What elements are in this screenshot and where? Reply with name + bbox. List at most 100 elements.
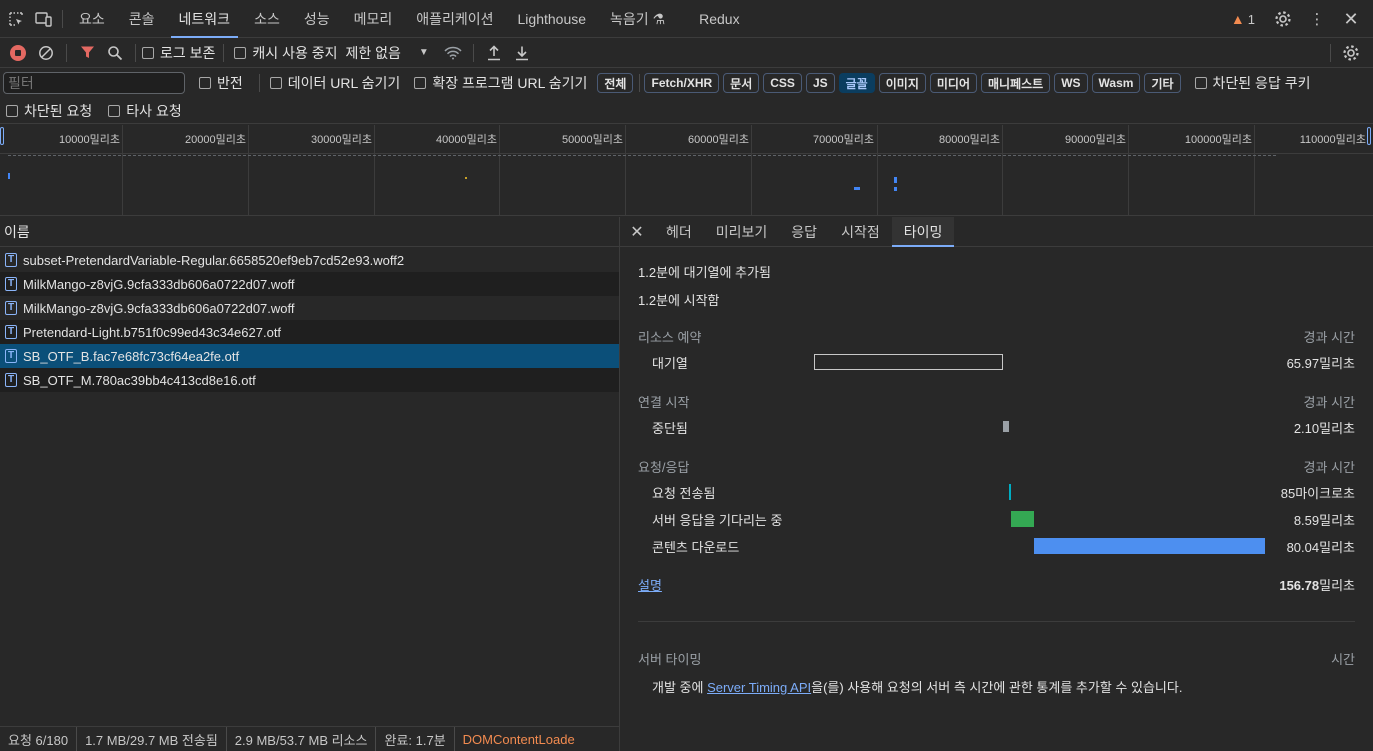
filter-separator [258,74,260,92]
request-list-header[interactable]: 이름 [0,217,619,247]
checkbox-box [108,104,121,117]
device-toolbar-icon[interactable] [30,5,58,33]
filter-input[interactable] [3,72,185,94]
overview-tick-label: 100000밀리초 [1184,134,1252,146]
more-options-icon[interactable]: ⋮ [1303,5,1331,33]
overview-request-mark [465,177,467,179]
overview-tick-label: 70000밀리초 [813,134,874,146]
tab-elements[interactable]: 요소 [67,0,117,38]
timing-label: 대기열 [652,355,688,371]
type-chip-all[interactable]: 전체 [597,73,634,93]
request-row[interactable]: T MilkMango-z8vjG.9cfa333db606a0722d07.wo… [0,272,619,296]
type-chip-font[interactable]: 글꼴 [838,73,875,93]
blocked-cookies-label: 차단된 응답 쿠키 [1212,75,1311,91]
preserve-log-checkbox[interactable]: 로그 보존 [142,43,215,63]
network-overview-timeline[interactable]: 10000밀리초 20000밀리초 30000밀리초 40000밀리초 5000… [0,125,1373,216]
throttling-value: 제한 없음 [345,44,401,61]
explanation-link[interactable]: 설명 [638,575,662,594]
request-detail-pane: ✕ 헤더 미리보기 응답 시작점 타이밍 1.2분에 대기열에 추가됨 1.2분… [620,216,1373,751]
connection-start-section: 연결 시작 경과 시간 [638,392,1355,411]
type-chip-css[interactable]: CSS [763,73,802,93]
overview-request-mark [894,187,897,191]
third-party-checkbox[interactable]: 타사 요청 [108,101,182,121]
tab-redux[interactable]: Redux [687,0,751,38]
font-file-icon: T [5,301,17,315]
settings-gear-icon[interactable] [1269,5,1297,33]
search-icon[interactable] [101,39,129,67]
type-chip-img[interactable]: 이미지 [878,73,926,93]
tab-preview[interactable]: 미리보기 [704,217,780,247]
overview-request-mark [894,177,897,183]
timing-value: 65.97밀리초 [1286,355,1355,371]
request-row[interactable]: T SB_OTF_M.780ac39bb4c413cd8e16.otf [0,368,619,392]
tab-response[interactable]: 응답 [779,217,829,247]
export-har-download-icon[interactable] [508,39,536,67]
type-chip-js[interactable]: JS [805,73,835,93]
tab-network[interactable]: 네트워크 [167,0,243,38]
status-finish: 완료: 1.7분 [376,727,455,751]
tab-memory[interactable]: 메모리 [342,0,405,38]
tab-headers[interactable]: 헤더 [654,217,704,247]
status-transferred: 1.7 MB/29.7 MB 전송됨 [77,727,227,751]
blocked-response-cookies-checkbox[interactable]: 차단된 응답 쿠키 [1194,73,1311,93]
import-har-upload-icon[interactable] [480,39,508,67]
toolbar-separator [223,43,225,62]
overview-right-handle[interactable] [1367,127,1371,145]
overview-left-handle[interactable] [0,127,4,145]
type-chip-other[interactable]: 기타 [1144,73,1181,93]
queued-at-text: 1.2분에 대기열에 추가됨 [638,265,771,280]
type-chip-wasm[interactable]: Wasm [1091,73,1141,93]
network-conditions-wifi-icon[interactable] [439,39,467,67]
status-resources: 2.9 MB/53.7 MB 리소스 [227,727,377,751]
blocked-requests-checkbox[interactable]: 차단된 요청 [6,101,92,121]
filter-bar-second-row: 차단된 요청 타사 요청 [0,98,1373,124]
record-stop-button[interactable] [4,39,32,67]
overview-gridline [499,125,500,216]
tab-console[interactable]: 콘솔 [117,0,167,38]
overview-tick-label: 90000밀리초 [1065,134,1126,146]
tab-performance[interactable]: 성능 [292,0,342,38]
clear-log-icon[interactable] [32,39,60,67]
name-column-header: 이름 [4,223,30,240]
type-chip-fetch-xhr[interactable]: Fetch/XHR [644,73,720,93]
close-detail-icon[interactable]: ✕ [628,222,646,242]
request-row[interactable]: T MilkMango-z8vjG.9cfa333db606a0722d07.wo… [0,296,619,320]
request-row[interactable]: Tsubset-PretendardVariable-Regular.66585… [0,248,619,272]
timing-row-queueing: 대기열 65.97밀리초 [652,352,1355,372]
invert-label: 반전 [217,75,243,91]
tab-lighthouse[interactable]: Lighthouse [506,0,599,38]
close-devtools-icon[interactable]: ✕ [1337,5,1365,33]
inspect-element-icon[interactable] [2,5,30,33]
overview-gridline [751,125,752,216]
type-chip-media[interactable]: 미디어 [929,73,977,93]
invert-checkbox[interactable]: 반전 [199,73,243,93]
tab-recorder[interactable]: 녹음기 ⚗ [598,0,677,38]
tab-timing[interactable]: 타이밍 [891,216,955,247]
server-timing-api-link[interactable]: Server Timing API [707,680,811,695]
hide-extension-urls-label: 확장 프로그램 URL 숨기기 [432,75,588,91]
section-title: 서버 타이밍 [638,652,702,667]
timing-row-waiting: 서버 응답을 기다리는 중 8.59밀리초 [652,509,1355,529]
filter-funnel-icon[interactable] [73,39,101,67]
timing-value: 80.04밀리초 [1286,539,1355,555]
request-row[interactable]: T Pretendard-Light.b751f0c99ed43c34e627.o… [0,320,619,344]
disable-cache-checkbox[interactable]: 캐시 사용 중지 [234,43,337,63]
tab-sources[interactable]: 소스 [242,0,292,38]
status-request-count: 요청 6/180 [0,727,78,751]
tab-application[interactable]: 애플리케이션 [404,0,505,38]
toolbar-right [1324,39,1365,67]
throttling-select[interactable]: 제한 없음 ▼ [345,43,428,63]
type-chip-manifest[interactable]: 매니페스트 [980,73,1051,93]
warnings-counter[interactable]: ▲ 1 [1231,11,1255,27]
type-chip-doc[interactable]: 문서 [723,73,760,93]
type-chip-ws[interactable]: WS [1054,73,1088,93]
network-settings-gear-icon[interactable] [1337,39,1365,67]
hide-extension-urls-checkbox[interactable]: 확장 프로그램 URL 숨기기 [414,73,587,93]
tab-initiator[interactable]: 시작점 [829,217,892,247]
warning-icon: ▲ [1230,11,1245,27]
hide-data-urls-checkbox[interactable]: 데이터 URL 숨기기 [269,73,400,93]
request-name: MilkMango-z8vjG.9cfa333db606a0722d07.wof… [23,276,295,292]
font-file-icon: T [5,277,17,291]
network-status-bar: 요청 6/180 1.7 MB/29.7 MB 전송됨 2.9 MB/53.7 … [0,726,619,751]
request-row-selected[interactable]: T SB_OTF_B.fac7e68fc73cf64ea2fe.otf [0,344,619,368]
